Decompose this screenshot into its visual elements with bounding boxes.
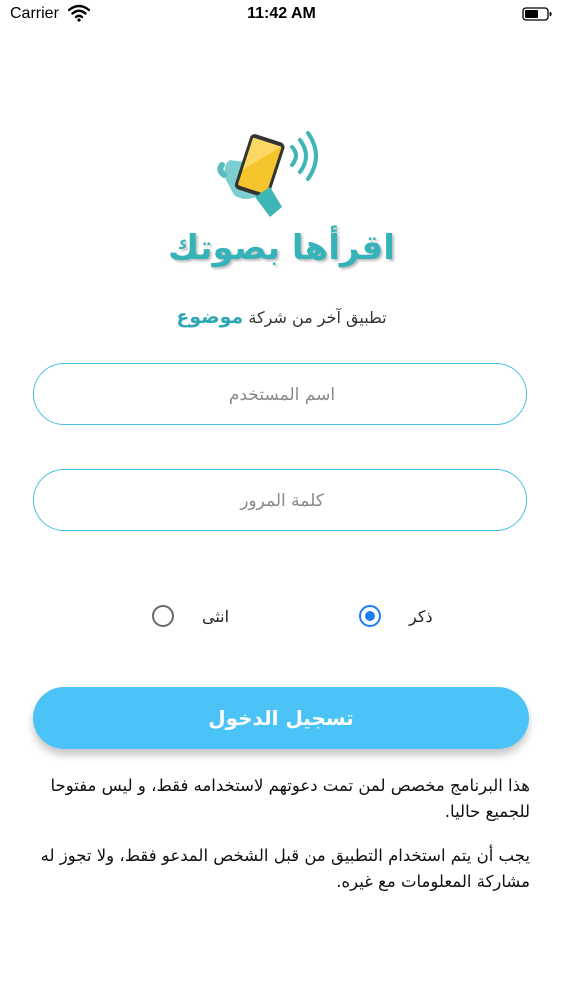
- sound-wave: [290, 145, 298, 167]
- gender-male-label: ذكر: [409, 606, 433, 626]
- tagline: تطبيق آخر من شركة موضوع: [0, 306, 563, 328]
- sound-wave: [298, 138, 308, 174]
- gender-option-female[interactable]: انثى: [152, 600, 229, 632]
- status-time: 11:42 AM: [247, 5, 316, 22]
- gender-radio-group: ذكر انثى: [0, 600, 563, 632]
- invite-only-notice: هذا البرنامج مخصص لمن تمت دعوتهم لاستخدا…: [50, 776, 530, 821]
- company-name: موضوع: [176, 306, 244, 328]
- app-name: اقرأها بصوتك: [168, 228, 395, 268]
- sound-wave: [306, 131, 318, 181]
- radio-female-unchecked[interactable]: [152, 605, 174, 627]
- tagline-text: تطبيق آخر من شركة: [248, 308, 387, 327]
- login-button[interactable]: تسجيل الدخول: [33, 687, 529, 749]
- status-bar: Carrier 11:42 AM: [0, 0, 563, 30]
- gender-female-label: انثى: [202, 606, 230, 626]
- gender-option-male[interactable]: ذكر: [359, 600, 433, 632]
- password-input[interactable]: [34, 470, 530, 532]
- battery-icon: [522, 6, 554, 26]
- usage-restriction-notice: يجب أن يتم استخدام التطبيق من قبل الشخص …: [40, 846, 530, 891]
- password-field[interactable]: [33, 469, 530, 532]
- username-field[interactable]: [33, 363, 530, 426]
- radio-male-checked[interactable]: [359, 605, 381, 627]
- app-logo: [210, 125, 330, 229]
- username-input[interactable]: [34, 364, 530, 426]
